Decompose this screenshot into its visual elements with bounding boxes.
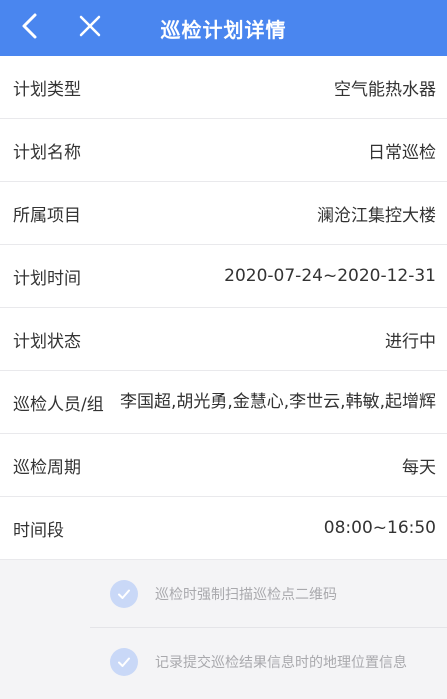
- detail-row-cycle: 巡检周期 每天: [0, 434, 447, 497]
- detail-label: 所属项目: [13, 205, 81, 226]
- detail-label: 巡检周期: [13, 457, 81, 478]
- detail-label: 时间段: [13, 520, 64, 541]
- detail-value: 08:00~16:50: [323, 518, 436, 538]
- detail-row-plan-time: 计划时间 2020-07-24~2020-12-31: [0, 245, 447, 308]
- app-header: 巡检计划详情: [0, 0, 447, 56]
- detail-value: 李国超,胡光勇,金慧心,李世云,韩敏,起增辉: [119, 392, 436, 412]
- check-circle-icon: [110, 648, 138, 676]
- detail-row-inspectors: 巡检人员/组 李国超,胡光勇,金慧心,李世云,韩敏,起增辉: [0, 371, 447, 434]
- back-button[interactable]: [8, 0, 52, 56]
- detail-label: 计划名称: [13, 142, 81, 163]
- close-button[interactable]: [68, 0, 112, 56]
- detail-row-project: 所属项目 澜沧江集控大楼: [0, 182, 447, 245]
- detail-value: 空气能热水器: [334, 79, 436, 100]
- detail-label: 计划状态: [13, 331, 81, 352]
- option-record-location[interactable]: 记录提交巡检结果信息时的地理位置信息: [90, 628, 447, 696]
- chevron-left-icon: [20, 12, 40, 44]
- detail-row-plan-status: 计划状态 进行中: [0, 308, 447, 371]
- plan-options: 巡检时强制扫描巡检点二维码 记录提交巡检结果信息时的地理位置信息: [0, 560, 447, 696]
- option-label: 记录提交巡检结果信息时的地理位置信息: [155, 655, 407, 671]
- detail-row-plan-name: 计划名称 日常巡检: [0, 119, 447, 182]
- detail-row-plan-type: 计划类型 空气能热水器: [0, 56, 447, 119]
- detail-row-time-period: 时间段 08:00~16:50: [0, 497, 447, 560]
- detail-label: 计划时间: [13, 268, 81, 289]
- detail-value: 日常巡检: [368, 142, 436, 163]
- plan-detail-list: 计划类型 空气能热水器 计划名称 日常巡检 所属项目 澜沧江集控大楼 计划时间 …: [0, 56, 447, 560]
- check-circle-icon: [110, 579, 138, 608]
- detail-label: 计划类型: [13, 79, 81, 100]
- close-icon: [78, 14, 102, 42]
- option-force-qr-scan[interactable]: 巡检时强制扫描巡检点二维码: [90, 560, 447, 628]
- detail-value: 澜沧江集控大楼: [317, 205, 436, 226]
- detail-value: 每天: [402, 457, 436, 478]
- detail-label: 巡检人员/组: [13, 394, 104, 415]
- detail-value: 进行中: [385, 331, 436, 352]
- option-label: 巡检时强制扫描巡检点二维码: [155, 586, 337, 603]
- detail-value: 2020-07-24~2020-12-31: [224, 266, 436, 286]
